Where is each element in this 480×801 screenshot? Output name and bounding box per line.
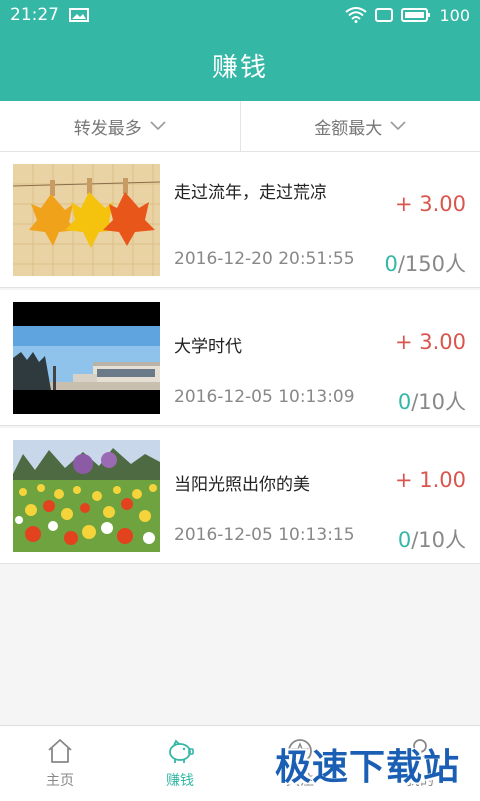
item-title: 走过流年，走过荒凉 bbox=[174, 180, 344, 206]
status-bar: 21:27 100 bbox=[0, 0, 480, 30]
filter-label: 金额最大 bbox=[314, 114, 382, 139]
item-date: 2016-12-05 10:13:15 bbox=[174, 525, 355, 545]
tab-earn[interactable]: 赚钱 bbox=[120, 726, 240, 801]
battery-level: 100 bbox=[439, 6, 470, 25]
status-time: 21:27 bbox=[10, 5, 59, 25]
battery-icon bbox=[401, 7, 431, 23]
filter-most-shared[interactable]: 转发最多 bbox=[0, 101, 240, 151]
flowers-thumbnail bbox=[13, 440, 160, 552]
item-title: 当阳光照出你的美 bbox=[174, 472, 344, 498]
list-item[interactable]: 当阳光照出你的美 + 1.00 2016-12-05 10:13:15 0/10… bbox=[0, 428, 480, 564]
campus-thumbnail bbox=[13, 302, 160, 414]
participants-done: 0 bbox=[398, 528, 411, 552]
chevron-down-icon bbox=[390, 121, 406, 131]
filter-largest-amount[interactable]: 金额最大 bbox=[240, 101, 480, 151]
item-participants: 0/10人 bbox=[398, 524, 466, 554]
filter-bar: 转发最多 金额最大 bbox=[0, 101, 480, 152]
page-title: 赚钱 bbox=[212, 47, 268, 84]
watermark-text: 极速下载站 bbox=[275, 738, 460, 790]
tab-label: 赚钱 bbox=[166, 770, 194, 790]
item-amount: + 3.00 bbox=[395, 330, 466, 354]
participants-done: 0 bbox=[384, 252, 397, 276]
list-item[interactable]: 大学时代 + 3.00 2016-12-05 10:13:09 0/10人 bbox=[0, 290, 480, 426]
item-amount: + 3.00 bbox=[395, 192, 466, 216]
participants-total: /10人 bbox=[411, 390, 466, 414]
chevron-down-icon bbox=[150, 121, 166, 131]
item-participants: 0/10人 bbox=[398, 386, 466, 416]
page-header: 赚钱 bbox=[0, 30, 480, 101]
list-item[interactable]: 走过流年，走过荒凉 + 3.00 2016-12-20 20:51:55 0/1… bbox=[0, 152, 480, 288]
screen-icon bbox=[375, 7, 393, 23]
home-icon bbox=[45, 736, 75, 766]
piggy-bank-icon bbox=[165, 736, 195, 766]
tab-home[interactable]: 主页 bbox=[0, 726, 120, 801]
item-amount: + 1.00 bbox=[395, 468, 466, 492]
leaves-thumbnail bbox=[13, 164, 160, 276]
participants-done: 0 bbox=[398, 390, 411, 414]
item-title: 大学时代 bbox=[174, 334, 344, 360]
item-participants: 0/150人 bbox=[384, 248, 466, 278]
participants-total: /10人 bbox=[411, 528, 466, 552]
item-date: 2016-12-05 10:13:09 bbox=[174, 387, 355, 407]
item-date: 2016-12-20 20:51:55 bbox=[174, 249, 355, 269]
tab-label: 主页 bbox=[46, 770, 74, 790]
filter-label: 转发最多 bbox=[74, 114, 142, 139]
participants-total: /150人 bbox=[398, 252, 466, 276]
image-notification-icon bbox=[69, 8, 89, 22]
wifi-icon bbox=[345, 7, 367, 23]
